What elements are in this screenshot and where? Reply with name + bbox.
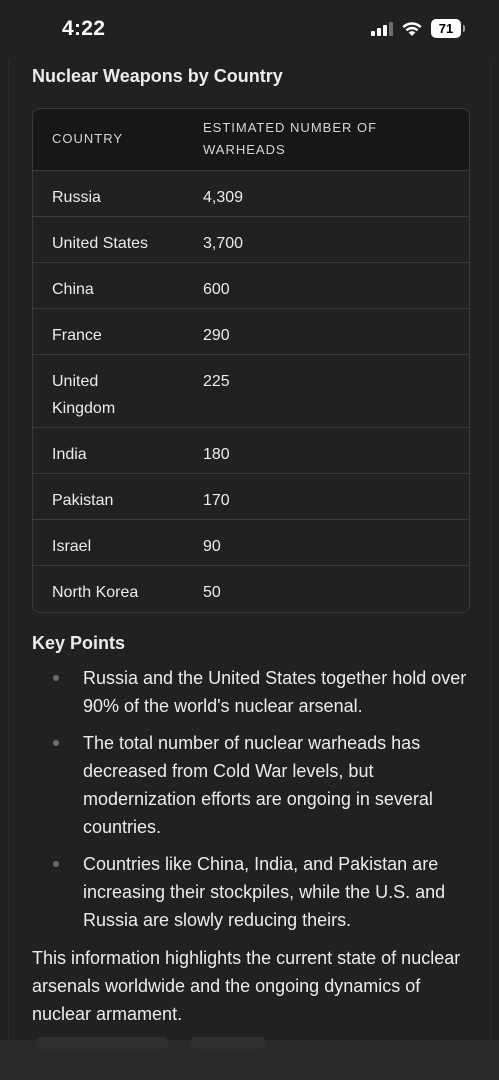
key-points-list: Russia and the United States together ho… [32, 664, 472, 943]
table-row: United States 3,700 [33, 216, 469, 262]
country-cell: United Kingdom [52, 372, 116, 417]
warheads-cell: 225 [203, 372, 230, 390]
country-cell: North Korea [52, 583, 139, 601]
bullet-icon [53, 740, 59, 746]
summary-paragraph: This information highlights the current … [32, 948, 461, 1024]
bullet-icon [53, 861, 59, 867]
bullet-icon [53, 675, 59, 681]
country-cell: Israel [52, 537, 92, 555]
list-item: Countries like China, India, and Pakista… [32, 850, 472, 934]
warheads-cell: 180 [203, 445, 230, 463]
table-row: Pakistan 170 [33, 473, 469, 519]
warheads-cell: 50 [203, 583, 221, 601]
table-header-row: Country Estimated Number of Warheads [33, 109, 469, 170]
section-heading: Nuclear Weapons by Country [32, 66, 283, 86]
country-cell: France [52, 326, 102, 344]
status-time: 4:22 [62, 17, 106, 40]
battery-icon: 71 [431, 19, 465, 38]
warheads-cell: 170 [203, 491, 230, 509]
status-icons: 71 [371, 19, 465, 38]
country-cell: India [52, 445, 87, 463]
column-header-country: Country [52, 131, 124, 147]
table-row: North Korea 50 [33, 565, 469, 611]
table-row: France 290 [33, 308, 469, 354]
warheads-table: Country Estimated Number of Warheads Rus… [32, 108, 470, 613]
key-points-heading: Key Points [32, 633, 126, 653]
action-button[interactable] [36, 1037, 168, 1049]
table-row: Russia 4,309 [33, 170, 469, 216]
wifi-icon [402, 21, 422, 36]
list-item: The total number of nuclear warheads has… [32, 729, 472, 841]
action-button[interactable] [190, 1037, 266, 1049]
country-cell: United States [52, 234, 149, 252]
cellular-signal-icon [371, 21, 393, 36]
status-bar: 4:22 71 [0, 0, 499, 60]
table-row: United Kingdom 225 [33, 354, 469, 427]
warheads-cell: 4,309 [203, 188, 244, 206]
country-cell: China [52, 280, 94, 298]
country-cell: Russia [52, 188, 101, 206]
country-cell: Pakistan [52, 491, 114, 509]
list-item: Russia and the United States together ho… [32, 664, 472, 720]
warheads-cell: 600 [203, 280, 230, 298]
table-row: India 180 [33, 427, 469, 473]
list-item-text: Russia and the United States together ho… [83, 668, 467, 716]
warheads-cell: 90 [203, 537, 221, 555]
list-item-text: The total number of nuclear warheads has… [83, 733, 433, 837]
warheads-cell: 290 [203, 326, 230, 344]
warheads-cell: 3,700 [203, 234, 244, 252]
table-row: Israel 90 [33, 519, 469, 565]
list-item-text: Countries like China, India, and Pakista… [83, 854, 446, 930]
table-row: China 600 [33, 262, 469, 308]
column-header-warheads: Estimated Number of Warheads [203, 120, 378, 158]
